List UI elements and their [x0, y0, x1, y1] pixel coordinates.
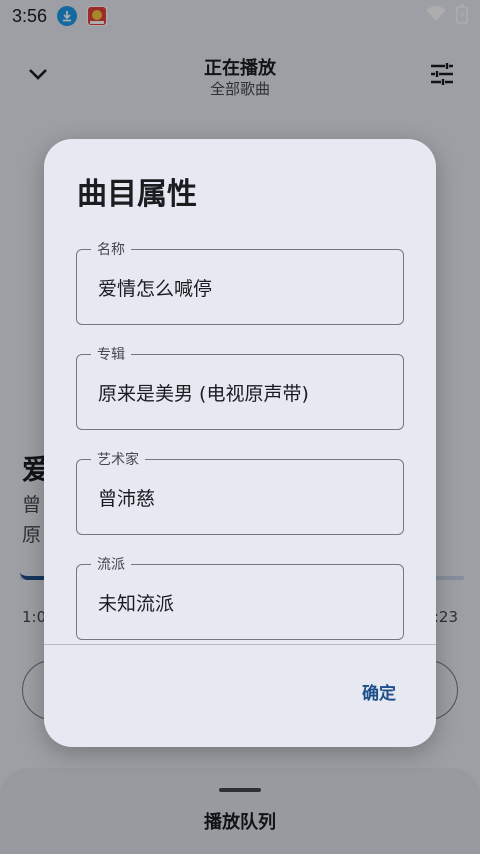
- dialog-divider: [44, 644, 436, 645]
- album-field[interactable]: 专辑 原来是美男 (电视原声带): [76, 344, 404, 430]
- field-label: 名称: [91, 239, 131, 259]
- field-label: 流派: [91, 554, 131, 574]
- field-value: 原来是美男 (电视原声带): [98, 383, 309, 405]
- confirm-button[interactable]: 确定: [362, 679, 396, 704]
- field-value: 曾沛慈: [98, 488, 156, 510]
- track-properties-dialog: 曲目属性 名称 爱情怎么喊停 专辑 原来是美男 (电视原声带) 艺术家 曾沛慈 …: [44, 139, 436, 747]
- field-label: 专辑: [91, 344, 131, 364]
- genre-field[interactable]: 流派 未知流派: [76, 554, 404, 640]
- name-field[interactable]: 名称 爱情怎么喊停: [76, 239, 404, 325]
- field-value: 爱情怎么喊停: [98, 278, 213, 300]
- artist-field[interactable]: 艺术家 曾沛慈: [76, 449, 404, 535]
- field-label: 艺术家: [91, 449, 145, 469]
- dialog-title: 曲目属性: [77, 177, 197, 212]
- field-value: 未知流派: [98, 593, 175, 615]
